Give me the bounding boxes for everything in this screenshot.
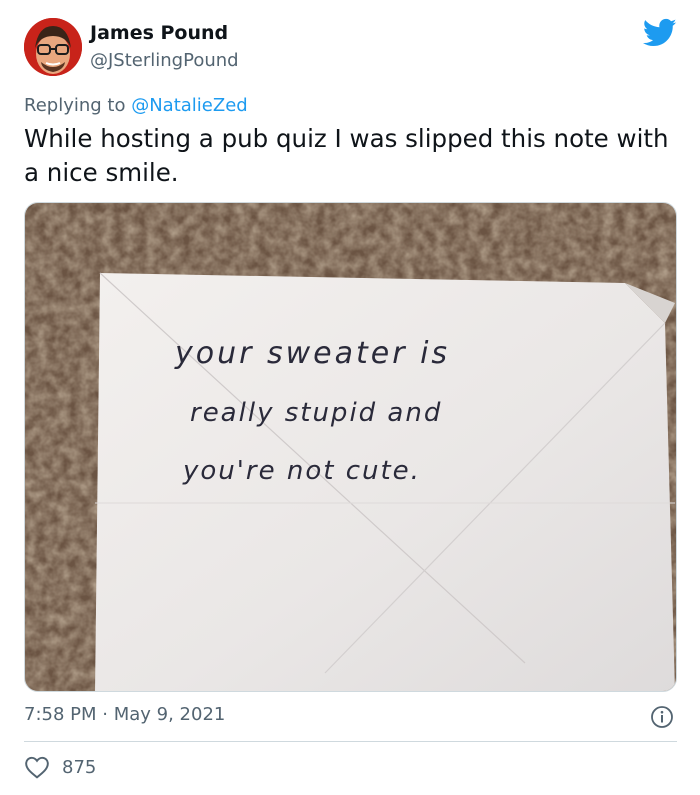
tweet-photo[interactable]: your sweater is really stupid and you're… — [24, 202, 677, 692]
note-line-2: really stupid and — [190, 398, 442, 428]
tweet-text: While hosting a pub quiz I was slipped t… — [24, 124, 669, 187]
avatar[interactable] — [24, 18, 82, 76]
like-count: 875 — [62, 756, 97, 778]
divider — [24, 741, 677, 742]
like-button[interactable]: 875 — [24, 755, 96, 779]
author-name[interactable]: James Pound — [90, 22, 228, 44]
reply-context: Replying to @NatalieZed — [24, 95, 248, 116]
author-handle[interactable]: @JSterlingPound — [90, 50, 239, 71]
note-line-1: your sweater is — [174, 336, 450, 371]
meta-separator: · — [96, 704, 114, 725]
reply-prefix: Replying to — [24, 95, 132, 116]
info-icon[interactable] — [650, 705, 674, 729]
twitter-bird-icon[interactable] — [643, 18, 677, 48]
heart-icon[interactable] — [24, 755, 50, 779]
note-line-3: you're not cute. — [182, 456, 421, 486]
tweet-card: James Pound @JSterlingPound Replying to … — [0, 0, 700, 795]
tweet-date: May 9, 2021 — [113, 704, 226, 725]
tweet-time: 7:58 PM — [24, 704, 97, 725]
reply-to-link[interactable]: @NatalieZed — [131, 95, 248, 116]
tweet-timestamp[interactable]: 7:58 PM · May 9, 2021 — [24, 704, 225, 725]
